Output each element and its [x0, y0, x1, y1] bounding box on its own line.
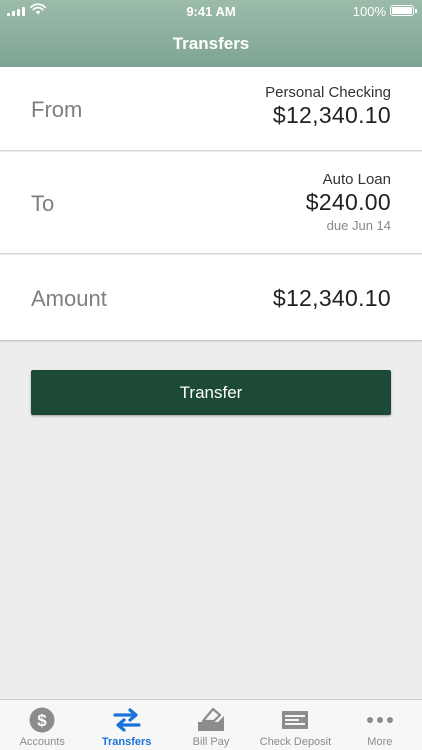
tab-label: Accounts	[19, 736, 65, 748]
from-account-name: Personal Checking	[265, 84, 391, 101]
amount-label: Amount	[31, 286, 107, 311]
from-details: Personal Checking $12,340.10	[265, 84, 391, 129]
from-account-balance: $12,340.10	[272, 102, 391, 128]
battery-percentage: 100%	[352, 4, 386, 19]
due-date: due Jun 14	[326, 218, 391, 233]
tab-more[interactable]: More	[338, 700, 422, 750]
tab-check-deposit[interactable]: Check Deposit	[253, 700, 337, 750]
svg-text:$: $	[37, 711, 47, 730]
tab-accounts[interactable]: $ Accounts	[0, 700, 84, 750]
more-dots-icon	[366, 717, 393, 723]
to-account-amount: $240.00	[305, 189, 391, 215]
to-account-name: Auto Loan	[322, 171, 391, 188]
tab-label: Transfers	[101, 736, 152, 748]
tab-transfers[interactable]: Transfers	[84, 700, 168, 750]
dollar-circle-icon: $	[29, 707, 55, 733]
bill-pay-icon	[198, 707, 225, 731]
page-title: Transfers	[172, 34, 250, 53]
amount-row[interactable]: Amount $12,340.10	[0, 255, 422, 341]
check-icon	[282, 711, 309, 729]
tab-bill-pay[interactable]: Bill Pay	[169, 700, 253, 750]
to-account-row[interactable]: To Auto Loan $240.00 due Jun 14	[0, 152, 422, 254]
to-details: Auto Loan $240.00 due Jun 14	[306, 171, 391, 233]
amount-value: $12,340.10	[272, 285, 391, 311]
to-label: To	[31, 191, 55, 216]
transfer-button[interactable]: Transfer	[31, 370, 391, 415]
tab-label: Check Deposit	[259, 736, 332, 748]
tab-label: Bill Pay	[192, 736, 230, 748]
tab-label: More	[367, 736, 393, 748]
tab-bar: $ Accounts Transfers Bill Pay Check Depo…	[0, 699, 422, 750]
battery-icon	[390, 5, 417, 16]
status-bar: 9:41 AM 100%	[0, 0, 422, 22]
app-header: 9:41 AM 100% Transfers	[0, 0, 422, 67]
from-account-row[interactable]: From Personal Checking $12,340.10	[0, 67, 422, 151]
from-label: From	[31, 97, 83, 122]
transfer-arrows-icon	[113, 708, 141, 732]
